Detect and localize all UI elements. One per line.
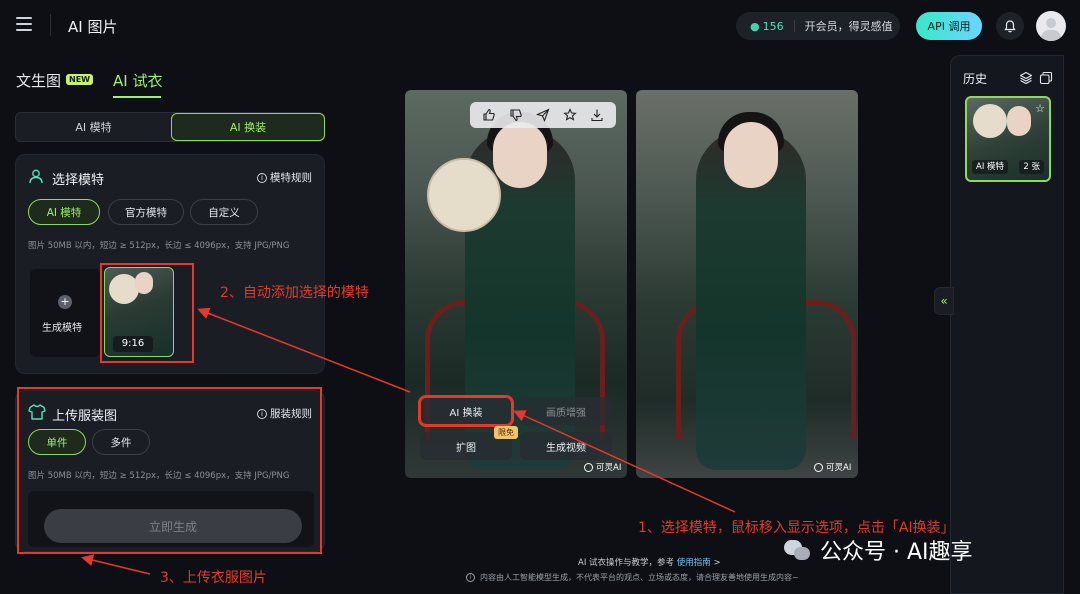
watermark-text: 可灵AI [826, 463, 852, 473]
thumbs-down-icon[interactable] [508, 107, 524, 123]
active-tab-underline [113, 96, 161, 98]
mode-segment: AI 模特 AI 换装 [15, 112, 325, 142]
credits-count: 156 [762, 19, 784, 33]
face-shape [493, 122, 547, 188]
download-icon[interactable] [589, 107, 605, 123]
chip-ai-model[interactable]: AI 模特 [28, 199, 100, 225]
result-image-right[interactable] [636, 90, 858, 478]
layers-icon[interactable] [1019, 70, 1033, 85]
chip-official-model[interactable]: 官方模特 [108, 199, 184, 225]
pill-divider [793, 20, 795, 32]
header-divider [50, 14, 51, 36]
history-thumbnail[interactable]: ☆ AI 模特 2 张 [965, 96, 1051, 182]
copy-icon[interactable] [1039, 70, 1053, 85]
usage-guide-link[interactable]: 使用指南 [677, 558, 711, 568]
model-upload-hint: 图片 50MB 以内，短边 ≥ 512px，长边 ≤ 4096px，支持 JPG… [28, 241, 290, 251]
clothing-highlight-box [17, 387, 322, 554]
generate-video-button[interactable]: 生成视频 [520, 432, 612, 460]
send-icon[interactable] [535, 107, 551, 123]
plus-icon: + [58, 295, 72, 309]
thumbs-up-icon[interactable] [481, 107, 497, 123]
watermark-text: 可灵AI [596, 463, 622, 473]
ai-swap-button[interactable]: AI 换装 [418, 395, 514, 427]
history-title: 历史 [963, 72, 988, 86]
free-badge: 限免 [494, 426, 518, 439]
image-toolbar [470, 102, 616, 128]
face-shape [724, 122, 778, 188]
app-title: AI 图片 [68, 18, 118, 36]
fan-shape [973, 104, 1007, 138]
menu-icon[interactable] [16, 17, 32, 31]
annotation-step-2: 2、自动添加选择的模特 [220, 285, 369, 301]
fan-shape [427, 158, 501, 232]
credits-pill[interactable]: ● 156 开会员，得灵感值 [736, 12, 900, 40]
top-header: AI 图片 ● 156 开会员，得灵感值 API 调用 [0, 0, 1080, 52]
footer-guide: AI 试衣操作与教学，参考 使用指南 > [578, 556, 721, 568]
info-icon: i [257, 172, 267, 183]
generate-model-label: 生成模特 [42, 323, 82, 334]
tab-text-to-image[interactable]: 文生图 [16, 70, 61, 91]
collapse-history-button[interactable]: « [934, 287, 954, 315]
user-icon [28, 168, 46, 186]
api-button[interactable]: API 调用 [916, 12, 982, 40]
avatar[interactable] [1036, 11, 1066, 41]
wechat-watermark-text: 公众号 · AI趣享 [820, 540, 973, 565]
kling-logo-icon [814, 462, 823, 472]
history-tag-model: AI 模特 [972, 160, 1009, 174]
segment-ai-model[interactable]: AI 模特 [16, 113, 171, 141]
model-rules-link[interactable]: i 模特规则 [257, 170, 312, 185]
info-icon: i [466, 573, 475, 582]
kling-logo-icon [584, 462, 593, 472]
model-rules-label: 模特规则 [270, 172, 312, 184]
history-tag-count: 2 张 [1019, 160, 1044, 174]
segment-ai-swap[interactable]: AI 换装 [171, 113, 325, 141]
tab-ai-try-on[interactable]: AI 试衣 [113, 70, 162, 91]
watermark-right: 可灵AI [814, 461, 851, 473]
footer-disclaimer-text: 内容由人工智能模型生成，不代表平台的观点、立场或态度，请合理友善地使用生成内容~ [480, 573, 799, 582]
footer-guide-prefix: AI 试衣操作与教学，参考 [578, 558, 677, 568]
footer-guide-suffix: > [710, 558, 721, 568]
star-icon[interactable] [562, 107, 578, 123]
model-face-shape [1007, 106, 1031, 136]
inspiration-drop-icon: ● [750, 19, 760, 33]
footer-disclaimer: i 内容由人工智能模型生成，不代表平台的观点、立场或态度，请合理友善地使用生成内… [466, 572, 799, 583]
selected-model-highlight: 9:16 [100, 263, 194, 363]
model-face-shape [135, 272, 153, 294]
history-panel: 历史 ☆ AI 模特 2 张 [950, 55, 1064, 594]
new-badge: NEW [66, 74, 93, 85]
enhance-quality-button[interactable]: 画质增强 [520, 397, 612, 425]
wechat-icon [784, 538, 812, 562]
bell-icon[interactable] [996, 12, 1024, 40]
select-model-card: 选择模特 i 模特规则 AI 模特 官方模特 自定义 图片 50MB 以内，短边… [15, 154, 325, 374]
select-model-title: 选择模特 [52, 173, 105, 188]
chip-custom[interactable]: 自定义 [190, 199, 258, 225]
membership-link[interactable]: 开会员，得灵感值 [805, 18, 893, 34]
selected-model-thumbnail[interactable]: 9:16 [104, 267, 174, 357]
watermark-left: 可灵AI [584, 461, 621, 473]
arrow-to-clothing-card [81, 554, 151, 575]
annotation-step-3: 3、上传衣服图片 [160, 570, 267, 586]
wechat-watermark: 公众号 · AI趣享 [784, 534, 973, 566]
ratio-badge: 9:16 [113, 336, 153, 352]
star-icon[interactable]: ☆ [1035, 102, 1045, 115]
generate-model-button[interactable]: + 生成模特 [30, 269, 100, 357]
